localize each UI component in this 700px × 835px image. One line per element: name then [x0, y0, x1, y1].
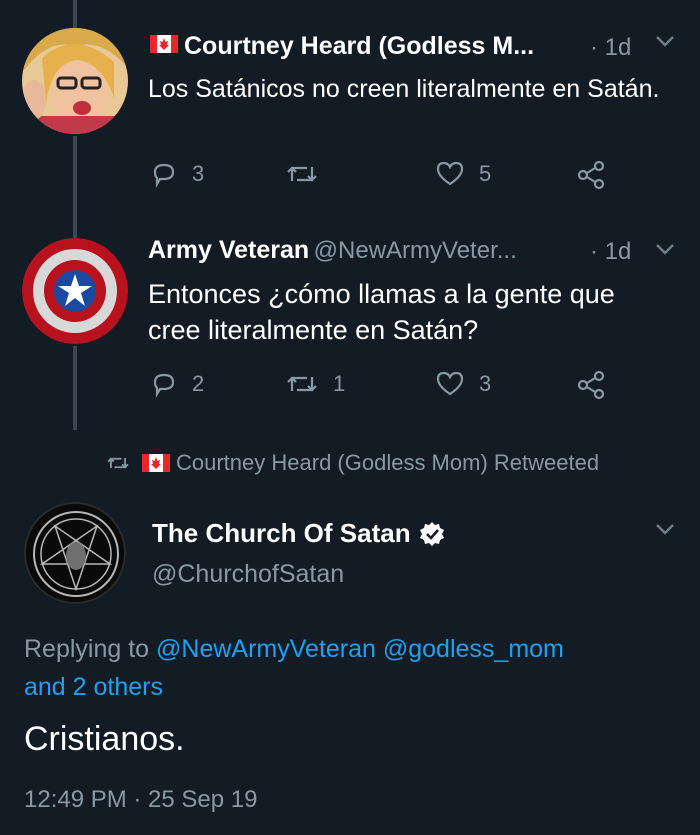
verified-badge-icon	[419, 521, 444, 546]
tweet1-reply-button[interactable]: 3	[150, 160, 204, 188]
thread-line-2	[73, 346, 77, 430]
retweet-notice[interactable]: Courtney Heard (Godless Mom) Retweeted	[106, 450, 599, 476]
retweet-icon	[287, 376, 317, 392]
tweet2-reply-count: 2	[192, 371, 205, 396]
tweet1-like-button[interactable]: 5	[435, 160, 491, 188]
tweet2-like-button[interactable]: 3	[435, 370, 491, 398]
tweet2-retweet-count: 1	[333, 371, 346, 396]
tweet2-share-button[interactable]	[577, 370, 607, 400]
tweet2-retweet-button[interactable]: 1	[285, 370, 345, 398]
avatar-army-veteran[interactable]	[22, 238, 128, 344]
tweet1-reply-count: 3	[192, 161, 205, 186]
replying-to: Replying to @NewArmyVeteran @godless_mom…	[24, 630, 674, 706]
tweet2-author[interactable]: Army Veteran @NewArmyVeter...	[148, 236, 517, 265]
chevron-down-icon[interactable]	[654, 522, 676, 541]
tweet3-name: The Church Of Satan	[152, 518, 411, 548]
replying-to-others-link[interactable]: and 2 others	[24, 673, 163, 701]
retweet-icon	[287, 166, 317, 182]
share-icon	[577, 370, 605, 400]
heart-icon	[436, 161, 464, 186]
tweet2-like-count: 3	[479, 371, 492, 396]
tweet2-name: Army Veteran	[148, 236, 310, 264]
thread-line-top	[73, 0, 77, 28]
share-icon	[577, 160, 605, 190]
tweet1-author[interactable]: Courtney Heard (Godless M...	[150, 32, 534, 61]
tweet2-reply-button[interactable]: 2	[150, 370, 204, 398]
tweet1-name: Courtney Heard (Godless M...	[184, 32, 535, 60]
tweet2-text-line2: cree literalmente en Satán?	[148, 315, 479, 345]
tweet2-text: Entonces ¿cómo llamas a la gente que cre…	[148, 276, 615, 348]
tweet3-author[interactable]: The Church Of Satan	[152, 518, 445, 549]
tweet3-timestamp[interactable]: 12:49 PM · 25 Sep 19	[24, 786, 257, 814]
tweet3-text: Cristianos.	[24, 720, 185, 758]
tweet1-share-button[interactable]	[577, 160, 607, 190]
thread-line-1	[73, 136, 77, 238]
reply-icon	[153, 163, 175, 188]
tweet2-handle: @NewArmyVeter...	[313, 237, 517, 264]
heart-icon	[436, 371, 464, 396]
canada-flag-icon	[150, 35, 178, 54]
tweet3-handle[interactable]: @ChurchofSatan	[152, 560, 344, 589]
tweet1-like-count: 5	[479, 161, 492, 186]
tweet1-retweet-button[interactable]	[285, 160, 319, 188]
reply-icon	[153, 373, 175, 398]
avatar-courtney[interactable]	[22, 28, 128, 134]
canada-flag-icon	[142, 454, 170, 472]
chevron-down-icon[interactable]	[654, 242, 676, 261]
tweet1-text: Los Satánicos no creen literalmente en S…	[148, 75, 660, 103]
chevron-down-icon[interactable]	[654, 34, 676, 53]
avatar-church-of-satan[interactable]	[24, 502, 126, 604]
tweet1-time[interactable]: · 1d	[590, 34, 631, 62]
tweet2-text-line1: Entonces ¿cómo llamas a la gente que	[148, 279, 615, 309]
replying-to-label: Replying to	[24, 635, 150, 663]
tweet2-time[interactable]: · 1d	[590, 238, 631, 266]
retweet-notice-text: Courtney Heard (Godless Mom) Retweeted	[176, 450, 600, 475]
replying-to-mentions[interactable]: @NewArmyVeteran @godless_mom	[156, 635, 564, 663]
retweet-icon	[107, 457, 129, 469]
